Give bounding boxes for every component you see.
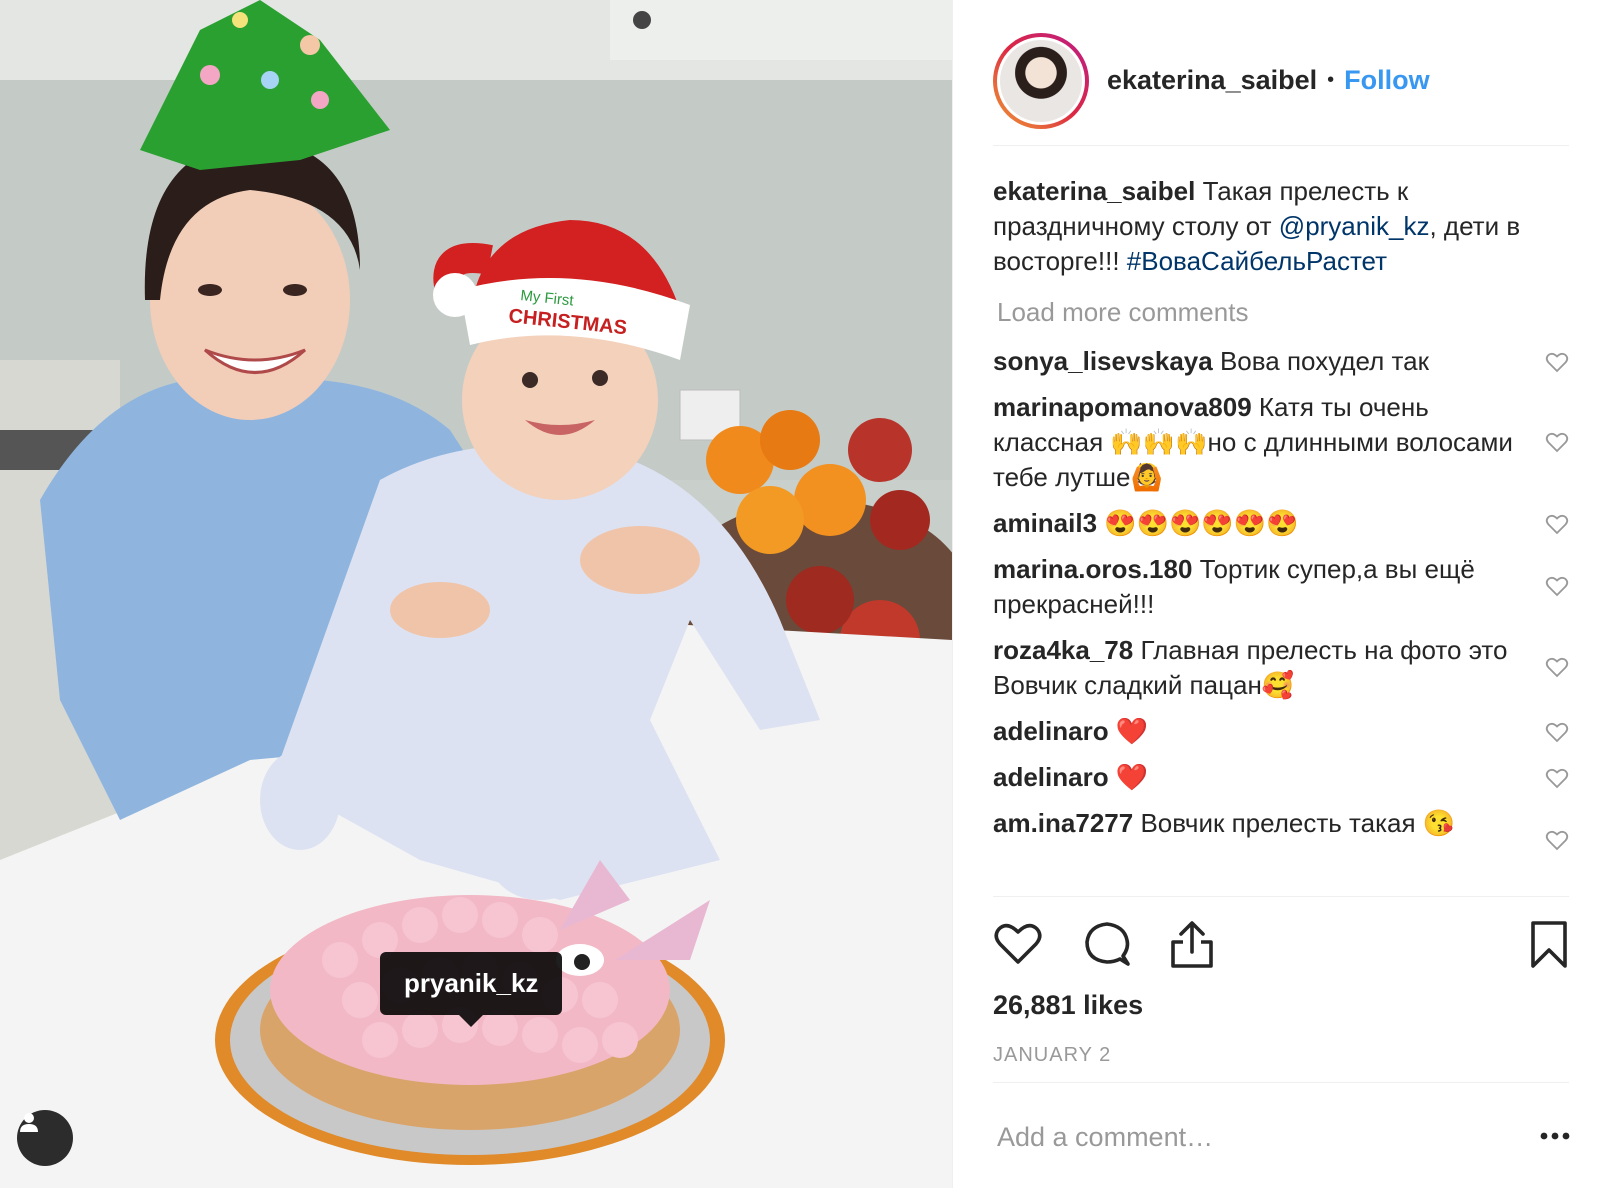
bookmark-icon[interactable] (1529, 920, 1569, 970)
post-caption: ekaterina_saibel Такая прелесть к праздн… (993, 174, 1573, 279)
header-username[interactable]: ekaterina_saibel (1107, 65, 1317, 96)
comment-like-heart-icon[interactable] (1545, 574, 1569, 598)
follow-button[interactable]: Follow (1344, 65, 1429, 96)
divider (993, 1082, 1569, 1083)
comment-text: ❤️ (1115, 716, 1149, 746)
post-actions (993, 920, 1569, 980)
comment-text: 😍😍😍😍😍😍 (1104, 508, 1299, 538)
comment-username[interactable]: marina.oros.180 (993, 554, 1192, 584)
likes-count[interactable]: 26,881 likes (993, 990, 1143, 1021)
comment-text: Вова похудел так (1219, 346, 1429, 376)
comment-username[interactable]: marinapomanova809 (993, 392, 1252, 422)
comment-like-heart-icon[interactable] (1545, 720, 1569, 744)
comment-like-heart-icon[interactable] (1545, 512, 1569, 536)
user-tags-button[interactable] (17, 1110, 73, 1166)
comment-like-heart-icon[interactable] (1545, 350, 1569, 374)
comment-username[interactable]: adelinaro (993, 762, 1109, 792)
post-sidebar: ekaterina_saibel • Follow ekaterina_saib… (952, 0, 1608, 1188)
load-more-comments-button[interactable]: Load more comments (997, 297, 1573, 328)
avatar-image (1000, 39, 1082, 122)
comment-like-heart-icon[interactable] (1545, 766, 1569, 790)
comment-username[interactable]: roza4ka_78 (993, 635, 1133, 665)
comment-item: adelinaro ❤️ (993, 714, 1573, 749)
comment-item: am.ina7277 Вовчик прелесть такая 😘 (993, 806, 1573, 851)
post-photo[interactable]: My First CHRISTMAS pryanik_kz (0, 0, 952, 1188)
header-separator: • (1327, 69, 1335, 91)
comment-text: ❤️ (1115, 762, 1149, 792)
comment-like-heart-icon[interactable] (1545, 655, 1569, 679)
comment-item: marina.oros.180 Тортик супер,а вы ещё пр… (993, 552, 1573, 622)
post-date[interactable]: JANUARY 2 (993, 1044, 1111, 1067)
photo-user-tag[interactable]: pryanik_kz (380, 952, 563, 1027)
user-icon (20, 1113, 38, 1132)
heart-icon[interactable] (993, 920, 1043, 966)
more-options-icon[interactable] (1539, 1130, 1571, 1142)
comment-username[interactable]: adelinaro (993, 716, 1109, 746)
comment-username[interactable]: aminail3 (993, 508, 1097, 538)
caption-mention[interactable]: @pryanik_kz (1279, 211, 1430, 241)
avatar[interactable] (993, 32, 1089, 129)
add-comment-input[interactable] (997, 1122, 1477, 1153)
comment-item: aminail3 😍😍😍😍😍😍 (993, 506, 1573, 541)
comment-item: marinapomanova809 Катя ты очень классная… (993, 390, 1573, 495)
divider (993, 896, 1569, 897)
comment-username[interactable]: sonya_lisevskaya (993, 346, 1213, 376)
post-header: ekaterina_saibel • Follow (993, 22, 1569, 146)
caption-username[interactable]: ekaterina_saibel (993, 176, 1195, 206)
comment-icon[interactable] (1083, 920, 1131, 968)
comment-like-heart-icon[interactable] (1545, 430, 1569, 454)
comment-item: sonya_lisevskaya Вова похудел так (993, 344, 1573, 379)
caption-hashtag[interactable]: #ВоваСайбельРастет (1127, 246, 1387, 276)
comment-item: roza4ka_78 Главная прелесть на фото это … (993, 633, 1573, 703)
share-icon[interactable] (1169, 920, 1215, 970)
comment-item: adelinaro ❤️ (993, 760, 1573, 795)
comment-like-heart-icon[interactable] (1545, 828, 1569, 852)
comment-text: Вовчик прелесть такая 😘 (1140, 808, 1456, 838)
comment-username[interactable]: am.ina7277 (993, 808, 1133, 838)
comments-list[interactable]: ekaterina_saibel Такая прелесть к праздн… (993, 168, 1573, 896)
